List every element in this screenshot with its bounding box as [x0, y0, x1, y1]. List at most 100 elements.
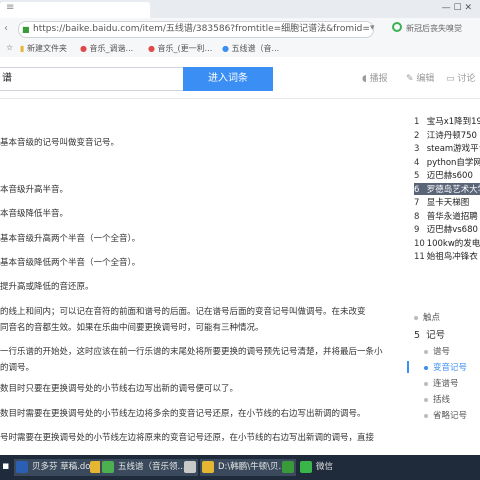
broadcast-button[interactable]: ◖ 播报	[362, 71, 388, 84]
hot-list-item[interactable]: 1 宝马x1降到19万	[414, 115, 480, 127]
hot-rank: 8	[414, 211, 420, 222]
taskbar-item[interactable]	[280, 459, 300, 476]
speaker-icon: ◖	[362, 74, 367, 84]
enter-entry-button[interactable]: 进入词条	[183, 67, 273, 91]
bullet-icon	[424, 413, 428, 418]
toc-item-label: 省略记号	[433, 411, 468, 421]
bookmarks-bar: ☆ ▮ 新建文件夹 ● 音乐_调谐... ● 音乐_(更一利... ● 五线谱（…	[0, 40, 480, 58]
folder-icon: ▮	[20, 44, 25, 53]
discuss-button[interactable]: ▭ 讨论	[446, 71, 475, 84]
bookmark-item[interactable]: ● 音乐_(更一利...	[148, 43, 212, 54]
toc-item[interactable]: 变音记号	[424, 361, 467, 373]
hot-rank: 3	[414, 144, 420, 154]
divider	[0, 98, 480, 99]
toc-item-label: 括线	[433, 395, 451, 405]
hot-title: 普华永道招聘	[424, 211, 478, 222]
hot-list-item[interactable]: 3 steam游戏平台	[414, 142, 480, 154]
toc-item[interactable]: 括线	[424, 393, 450, 405]
window-controls[interactable]: — ☐ ✕	[442, 3, 472, 13]
hot-list-item[interactable]: 10 100kw的发电机	[414, 237, 480, 249]
hot-rank: 6	[414, 184, 420, 195]
hot-title: 显卡天梯图	[424, 198, 470, 208]
folder-icon	[202, 461, 214, 473]
hot-title: steam游戏平台	[426, 144, 480, 154]
hot-title: 江诗丹顿750	[424, 130, 477, 141]
bullet-icon	[424, 397, 428, 402]
hot-title: 100kw的发电机	[426, 238, 480, 249]
hot-list-item[interactable]: 2 江诗丹顿750	[414, 129, 477, 141]
status-text[interactable]: 新冠后丧失嗅觉	[406, 23, 462, 34]
app-icon	[184, 461, 196, 473]
hot-title: 迈巴赫s600	[424, 171, 473, 181]
content-line: 基本音级的记号叫做变音记号。	[0, 136, 119, 148]
content-line: 数目时只要在更换调号处的小节线右边写出新的调号便可以了。	[0, 384, 239, 394]
toc-item-label: 变音记号	[433, 363, 468, 373]
content-link[interactable]: 基本音级	[0, 138, 34, 148]
content-line: 同音名的音都生效。如果在乐曲中间要更换调号时，可能有三种情况。	[0, 323, 264, 333]
hot-rank: 11	[414, 252, 425, 262]
browser-logo-icon	[392, 22, 402, 32]
browser-tab-strip: ≡ — ☐ ✕	[0, 0, 480, 19]
content-line: 数目时需要在更换调号处的小节线左边将多余的变音记号还原，在小节线的右边写出新调的…	[0, 409, 366, 419]
hot-rank: 4	[414, 157, 420, 168]
hot-rank: 10	[414, 238, 425, 249]
toc-item[interactable]: 连谱号	[424, 377, 459, 389]
toc-current-indicator	[407, 361, 409, 373]
toc-item-label: 连谱号	[433, 379, 459, 389]
hot-rank: 1	[414, 117, 420, 127]
toc-section[interactable]: 5 记号	[414, 327, 445, 341]
hot-title: python自学网	[424, 157, 480, 168]
hot-rank: 7	[414, 198, 420, 208]
search-input[interactable]: 谱	[0, 67, 185, 91]
toc-item[interactable]: 谱号	[424, 345, 450, 357]
content-line: 本音级降低半音。	[0, 209, 69, 219]
dropdown-icon[interactable]: ▾	[370, 23, 375, 33]
hot-rank: 5	[414, 171, 420, 181]
star-icon[interactable]: ☆	[6, 43, 13, 52]
edit-button[interactable]: ✎ 编辑	[406, 71, 434, 84]
browser-icon	[102, 461, 114, 473]
bullet-icon	[424, 349, 428, 354]
bookmark-item[interactable]: ● 五线谱（音...	[222, 43, 279, 54]
bookmark-item[interactable]: ● 音乐_调谐...	[80, 43, 133, 54]
content-line: 的线上和间内；可以记在音符的前面和谱号的后面。记在谱号后面的变音记号叫做调号。在…	[0, 307, 366, 317]
hot-list-item[interactable]: 5 迈巴赫s600	[414, 169, 473, 181]
hot-list-item[interactable]: 9 迈巴赫vs680	[414, 223, 478, 235]
toc-item[interactable]: 省略记号	[424, 409, 467, 421]
bullet-icon	[424, 381, 428, 386]
hot-title: 宝马x1降到19万	[426, 117, 480, 127]
browser-tab[interactable]	[0, 2, 150, 18]
hot-title: 始祖鸟冲锋衣	[424, 252, 478, 262]
content-line: 的调号。	[0, 363, 35, 373]
bullet-icon	[414, 315, 418, 320]
hot-list-item[interactable]: 6 罗德岛艺术大学	[414, 182, 480, 195]
menu-icon[interactable]: ≡	[6, 3, 16, 13]
taskbar: ▪ 贝多芬 草稿.docx... 五线谱（音乐领... D:\韩鹏\牛顿\贝..…	[0, 455, 480, 480]
url-text: https://baike.baidu.com/item/五线谱/383586?…	[33, 24, 370, 34]
content-line: 本音级升高半音。	[0, 185, 69, 195]
hot-title: 迈巴赫vs680	[424, 225, 478, 235]
content-line: 基本音级降低两个半音（一个全音）。	[0, 258, 141, 268]
url-input[interactable]: ■ https://baike.baidu.com/item/五线谱/38358…	[18, 21, 374, 38]
toc-item-label: 谱号	[433, 347, 451, 357]
taskbar-item[interactable]	[182, 459, 202, 476]
start-icon[interactable]: ▪	[2, 459, 12, 476]
content-text: 的记号叫做变音记号。	[34, 138, 120, 148]
content-line: 号时需要在更换调号处的小节线左边将原来的变音记号还原，在小节线的右边写出新调的调…	[0, 433, 375, 443]
wechat-icon	[300, 461, 312, 473]
hot-list-item[interactable]: 11 始祖鸟冲锋衣	[414, 250, 478, 262]
hot-list-item[interactable]: 4 python自学网	[414, 156, 480, 168]
bookmark-item[interactable]: ▮ 新建文件夹	[20, 43, 67, 54]
pencil-icon: ✎	[406, 74, 414, 84]
toc-item[interactable]: 触点	[414, 311, 440, 323]
hot-list-item[interactable]: 7 显卡天梯图	[414, 196, 469, 208]
hot-list-item[interactable]: 8 普华永道招聘	[414, 210, 478, 222]
hot-title: 罗德岛艺术大学	[424, 184, 480, 195]
favicon-icon: ●	[148, 44, 155, 53]
comment-icon: ▭	[446, 74, 455, 84]
hot-rank: 2	[414, 130, 420, 141]
back-icon[interactable]: ‹	[4, 23, 8, 34]
hot-rank: 9	[414, 225, 420, 235]
page-content: 谱 进入词条 ◖ 播报 ✎ 编辑 ▭ 讨论 基本音级的记号叫做变音记号。 本音级…	[0, 57, 480, 455]
taskbar-item[interactable]: 微信	[298, 459, 356, 476]
